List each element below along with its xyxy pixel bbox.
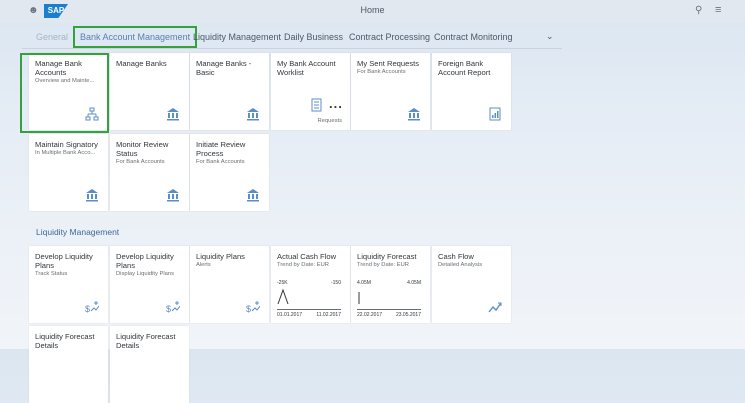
tile-title: Foreign Bank Account Report	[438, 59, 491, 77]
tile-title: Liquidity Forecast Details	[116, 332, 176, 350]
bank-icon	[408, 108, 420, 121]
tile-title: Actual Cash Flow	[277, 252, 337, 261]
money-plan-icon: $	[166, 301, 180, 314]
tile-title: Liquidity Plans	[196, 252, 245, 261]
tile-title: Initiate Review Process	[196, 140, 246, 158]
tab-liquidity-management[interactable]: Liquidity Management	[193, 32, 281, 42]
tile-liquidity-forecast-details-2[interactable]: Liquidity Forecast Details	[110, 326, 189, 403]
tile-initiate-review-process[interactable]: Initiate Review Process For Bank Accounts	[190, 134, 269, 211]
tile-title: Monitor Review Status	[116, 140, 169, 158]
search-icon[interactable]: ⚲	[695, 5, 702, 16]
tile-subtitle: Alerts	[196, 262, 211, 268]
tile-title: Develop Liquidity Plans	[35, 252, 93, 270]
tile-develop-liquidity-plans-track[interactable]: Develop Liquidity Plans Track Status $	[29, 246, 108, 323]
tile-monitor-review-status[interactable]: Monitor Review Status For Bank Accounts	[110, 134, 189, 211]
tile-foreign-bank-account-report[interactable]: Foreign Bank Account Report	[432, 53, 511, 130]
tile-title: Cash Flow	[438, 252, 474, 261]
chevron-down-icon[interactable]: ⌄	[546, 31, 554, 42]
tile-subtitle: In Multiple Bank Acco...	[35, 150, 96, 156]
tile-my-bank-account-worklist[interactable]: My Bank Account Worklist ... Requests	[271, 53, 350, 130]
bank-icon	[167, 189, 179, 202]
svg-text:$: $	[166, 304, 171, 314]
tile-title: Maintain Signatory	[35, 140, 98, 149]
menu-icon[interactable]: ≡	[715, 4, 721, 16]
tile-liquidity-forecast[interactable]: Liquidity Forecast Trend by Date: EUR 4.0…	[351, 246, 430, 323]
section-title-liquidity-management: Liquidity Management	[36, 227, 120, 237]
tile-number: ...	[329, 96, 343, 111]
flow-icon	[488, 302, 502, 313]
document-icon	[311, 98, 322, 112]
tile-footer: Requests	[317, 118, 343, 124]
tile-cash-flow[interactable]: Cash Flow Detailed Analysis	[432, 246, 511, 323]
report-icon	[489, 107, 501, 121]
svg-text:$: $	[85, 304, 90, 314]
svg-text:$: $	[246, 304, 251, 314]
trend-start-date: 22.02.2017	[357, 312, 383, 318]
tile-title: Develop Liquidity Plans	[116, 252, 174, 270]
tile-liquidity-forecast-details-1[interactable]: Liquidity Forecast Details	[29, 326, 108, 403]
tab-contract-monitoring[interactable]: Contract Monitoring	[434, 32, 513, 42]
tile-subtitle: For Bank Accounts	[196, 159, 245, 165]
tile-maintain-signatory[interactable]: Maintain Signatory In Multiple Bank Acco.…	[29, 134, 108, 211]
tile-develop-liquidity-plans-display[interactable]: Develop Liquidity Plans Display Liquidity…	[110, 246, 189, 323]
money-plan-icon: $	[246, 301, 260, 314]
tile-title: My Sent Requests	[357, 59, 420, 68]
bank-icon	[247, 189, 259, 202]
tile-subtitle: Display Liquidity Plans	[116, 271, 174, 277]
bank-icon	[86, 189, 98, 202]
tile-title: Manage Banks	[116, 59, 167, 68]
bank-icon	[167, 108, 179, 121]
trend-axis	[357, 309, 421, 310]
tile-actual-cash-flow[interactable]: Actual Cash Flow Trend by Date: EUR -25K …	[271, 246, 350, 323]
tile-manage-banks[interactable]: Manage Banks	[110, 53, 189, 130]
trend-axis	[277, 309, 341, 310]
tile-subtitle: For Bank Accounts	[116, 159, 165, 165]
bank-icon	[247, 108, 259, 121]
tile-my-sent-requests[interactable]: My Sent Requests For Bank Accounts	[351, 53, 430, 130]
trend-line	[358, 292, 360, 304]
trend-end-date: 11.02.2017	[316, 312, 341, 318]
tile-subtitle: Trend by Date: EUR	[277, 262, 329, 268]
tile-title: Liquidity Forecast Details	[35, 332, 95, 350]
tab-contract-processing[interactable]: Contract Processing	[349, 32, 430, 42]
tile-title: My Bank Account Worklist	[277, 59, 336, 77]
tile-title: Manage Banks - Basic	[196, 59, 252, 77]
trend-chart: -25K -150 01.01.2017 11.02.2017	[277, 280, 345, 318]
money-plan-icon: $	[85, 301, 99, 314]
trend-chart: 4.05M 4.05M 22.02.2017 23.05.2017	[357, 280, 425, 318]
tile-subtitle: Detailed Analysis	[438, 262, 483, 268]
tab-general[interactable]: General	[36, 32, 68, 42]
highlight-box	[20, 53, 109, 133]
tile-title: Liquidity Forecast	[357, 252, 417, 261]
tabs-divider	[22, 48, 562, 49]
tab-bar: General Bank Account Management Liquidit…	[0, 26, 745, 48]
tile-subtitle: For Bank Accounts	[357, 69, 406, 75]
tile-liquidity-plans-alerts[interactable]: Liquidity Plans Alerts $	[190, 246, 269, 323]
trend-end-date: 23.05.2017	[395, 312, 421, 318]
page-title: Home	[360, 5, 385, 15]
tab-daily-business[interactable]: Daily Business	[284, 32, 343, 42]
tile-manage-banks-basic[interactable]: Manage Banks - Basic	[190, 53, 269, 130]
tile-subtitle: Trend by Date: EUR	[357, 262, 409, 268]
tab-bank-account-management[interactable]: Bank Account Management	[73, 26, 198, 48]
shell-bar: ☻ SAP Home ⚲ ≡	[0, 0, 745, 23]
trend-line	[277, 288, 289, 305]
tile-subtitle: Track Status	[35, 271, 68, 277]
trend-start-date: 01.01.2017	[277, 312, 303, 318]
